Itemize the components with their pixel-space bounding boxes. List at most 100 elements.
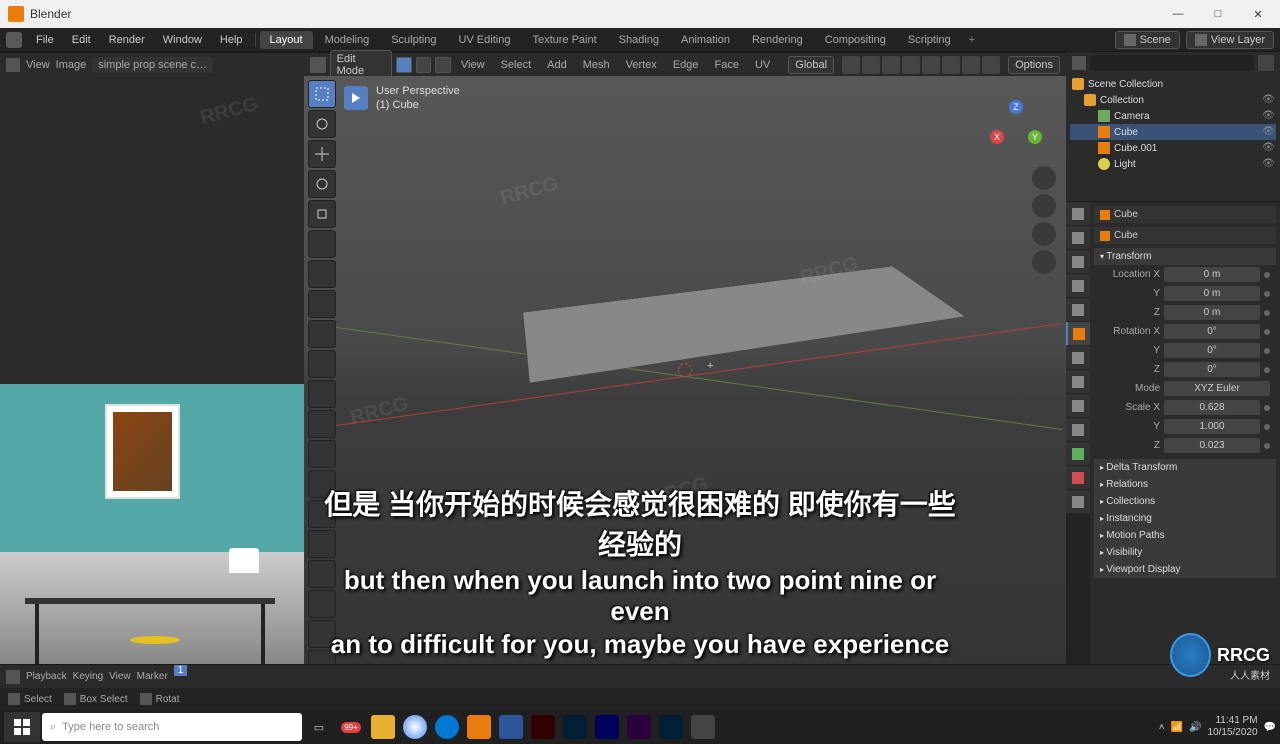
keyframe-dot-icon[interactable] (1264, 424, 1270, 430)
app-word[interactable] (496, 712, 526, 742)
section-instancing[interactable]: Instancing (1094, 510, 1276, 527)
maximize-button[interactable]: □ (1204, 8, 1232, 21)
tool-shrink[interactable] (308, 620, 336, 648)
scale-z-field[interactable]: 0.023 (1164, 438, 1260, 453)
section-motion-paths[interactable]: Motion Paths (1094, 527, 1276, 544)
vp-menu-edge[interactable]: Edge (667, 56, 705, 74)
app-blender[interactable] (464, 712, 494, 742)
keyframe-dot-icon[interactable] (1264, 367, 1270, 373)
workspace-tab-compositing[interactable]: Compositing (815, 31, 896, 49)
editor-type-icon[interactable] (310, 57, 326, 73)
overlay-toggle[interactable] (882, 56, 900, 74)
start-button[interactable] (4, 712, 40, 742)
snap-toggle[interactable] (842, 56, 860, 74)
ortho-button-icon[interactable] (1032, 250, 1056, 274)
proptab-viewlayer[interactable] (1066, 250, 1090, 274)
menu-window[interactable]: Window (155, 31, 210, 49)
image-editor-icon[interactable] (6, 58, 20, 72)
vp-menu-add[interactable]: Add (541, 56, 573, 74)
tool-inset[interactable] (308, 380, 336, 408)
notification-icon[interactable]: 💬 (1264, 722, 1276, 733)
tool-transform[interactable] (308, 230, 336, 258)
timeline-editor-icon[interactable] (6, 670, 20, 684)
taskbar-search[interactable]: ⌕ Type here to search (42, 713, 302, 741)
options-dropdown[interactable]: Options (1008, 56, 1060, 74)
select-mode-face[interactable] (435, 57, 451, 73)
app-chrome[interactable] (400, 712, 430, 742)
timeline-keying[interactable]: Keying (73, 671, 104, 682)
app-illustrator[interactable] (528, 712, 558, 742)
section-delta-transform[interactable]: Delta Transform (1094, 459, 1276, 476)
tool-move[interactable] (308, 140, 336, 168)
tool-edge-slide[interactable] (308, 590, 336, 618)
keyframe-dot-icon[interactable] (1264, 272, 1270, 278)
workspace-tab-rendering[interactable]: Rendering (742, 31, 813, 49)
keyframe-dot-icon[interactable] (1264, 329, 1270, 335)
proptab-world[interactable] (1066, 298, 1090, 322)
shading-rendered[interactable] (982, 56, 1000, 74)
tool-rotate[interactable] (308, 170, 336, 198)
section-viewport-display[interactable]: Viewport Display (1094, 561, 1276, 578)
menu-file[interactable]: File (28, 31, 62, 49)
timeline-view[interactable]: View (109, 671, 131, 682)
app-other[interactable] (688, 712, 718, 742)
select-mode-edge[interactable] (416, 57, 432, 73)
vp-menu-vertex[interactable]: Vertex (620, 56, 663, 74)
menu-edit[interactable]: Edit (64, 31, 99, 49)
mail-badge[interactable]: 99+ (336, 712, 366, 742)
minimize-button[interactable]: — (1164, 8, 1192, 21)
vp-menu-mesh[interactable]: Mesh (577, 56, 616, 74)
section-transform[interactable]: Transform (1094, 248, 1276, 265)
gizmo-z-axis[interactable]: Z (1009, 100, 1023, 114)
keyframe-dot-icon[interactable] (1264, 291, 1270, 297)
tray-chevron-icon[interactable]: ˄ (1159, 722, 1165, 733)
outliner-item-cube001[interactable]: Cube.001 👁 (1070, 140, 1276, 156)
system-tray[interactable]: ˄ 📶 🔊 11:41 PM 10/15/2020 💬 (1159, 715, 1276, 739)
keyframe-dot-icon[interactable] (1264, 443, 1270, 449)
proptab-output[interactable] (1066, 226, 1090, 250)
visibility-toggle-icon[interactable]: 👁 (1262, 94, 1274, 106)
mesh-cube-object[interactable] (522, 266, 966, 383)
tray-sound-icon[interactable]: 🔊 (1189, 722, 1201, 733)
vp-menu-view[interactable]: View (455, 56, 491, 74)
workspace-tab-texpaint[interactable]: Texture Paint (522, 31, 606, 49)
workspace-tab-animation[interactable]: Animation (671, 31, 740, 49)
outliner-search-input[interactable] (1090, 55, 1254, 71)
timeline-playback[interactable]: Playback (26, 671, 67, 682)
shading-wireframe[interactable] (922, 56, 940, 74)
breadcrumb-object[interactable]: Cube (1094, 206, 1276, 223)
tool-select-box[interactable] (308, 80, 336, 108)
timeline-marker[interactable]: Marker (137, 671, 168, 682)
tool-polybuild[interactable] (308, 500, 336, 528)
rotation-mode-dropdown[interactable]: XYZ Euler (1164, 381, 1270, 396)
proptab-render[interactable] (1066, 202, 1090, 226)
object-name-field[interactable]: Cube (1094, 227, 1276, 244)
workspace-tab-shading[interactable]: Shading (609, 31, 669, 49)
section-relations[interactable]: Relations (1094, 476, 1276, 493)
keyframe-dot-icon[interactable] (1264, 310, 1270, 316)
outliner-item-cube[interactable]: Cube 👁 (1070, 124, 1276, 140)
proptab-texture[interactable] (1066, 490, 1090, 514)
scene-selector[interactable]: Scene (1115, 31, 1180, 49)
menu-help[interactable]: Help (212, 31, 251, 49)
vp-menu-face[interactable]: Face (709, 56, 745, 74)
visibility-toggle-icon[interactable]: 👁 (1262, 142, 1274, 154)
3d-viewport[interactable]: User Perspective (1) Cube X Y Z (304, 76, 1066, 664)
shading-material[interactable] (962, 56, 980, 74)
close-button[interactable]: ✕ (1244, 8, 1272, 21)
app-edge[interactable] (432, 712, 462, 742)
workspace-tab-modeling[interactable]: Modeling (315, 31, 380, 49)
image-editor-viewport[interactable] (0, 76, 304, 664)
image-menu-image[interactable]: Image (56, 59, 87, 71)
app-lightroom[interactable] (656, 712, 686, 742)
tool-spin[interactable] (308, 530, 336, 558)
image-menu-view[interactable]: View (26, 59, 50, 71)
tool-knife[interactable] (308, 470, 336, 498)
app-photoshop[interactable] (560, 712, 590, 742)
taskbar-clock[interactable]: 11:41 PM 10/15/2020 (1207, 715, 1257, 739)
workspace-tab-layout[interactable]: Layout (260, 31, 313, 49)
visibility-toggle-icon[interactable]: 👁 (1262, 110, 1274, 122)
tool-scale[interactable] (308, 200, 336, 228)
section-visibility[interactable]: Visibility (1094, 544, 1276, 561)
scale-y-field[interactable]: 1.000 (1164, 419, 1260, 434)
